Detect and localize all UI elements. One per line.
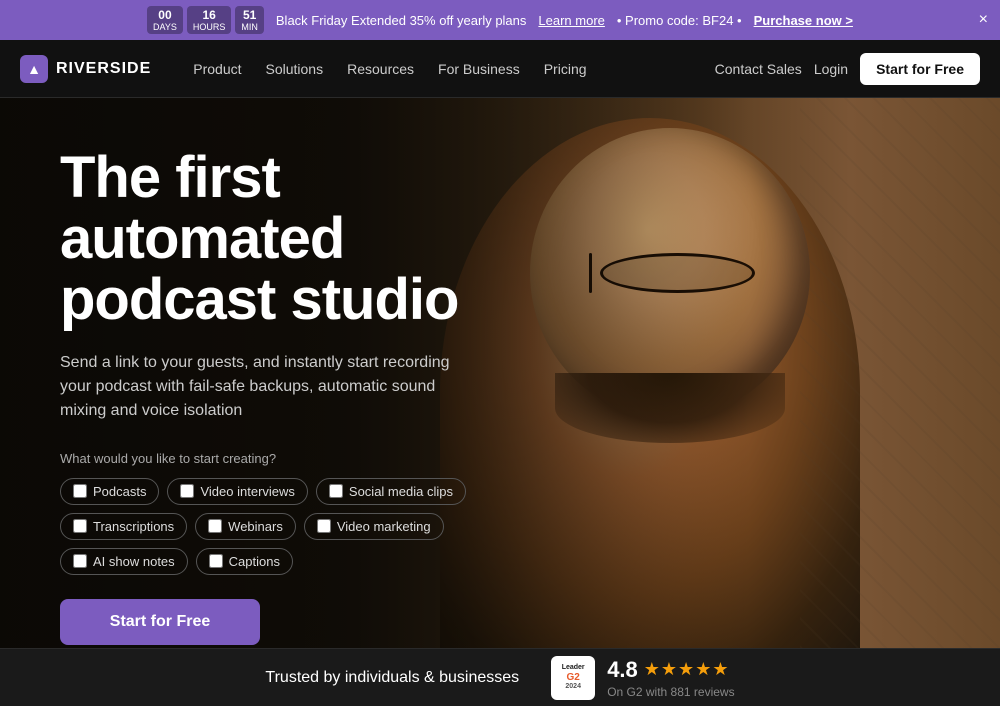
hero-section: The first automated podcast studio Send …	[0, 98, 1000, 648]
checkbox-transcriptions[interactable]: Transcriptions	[60, 513, 187, 540]
rating-reviews: On G2 with 881 reviews	[607, 685, 734, 699]
banner-promo-text: • Promo code: BF24 •	[617, 13, 742, 28]
main-navbar: ▲ RIVERSIDE Product Solutions Resources …	[0, 40, 1000, 98]
g2-logo-badge: Leader G2 2024	[551, 656, 595, 700]
countdown-timer: 00 DAYS 16 HOURS 51 MIN	[147, 6, 264, 34]
checkbox-video-interviews[interactable]: Video interviews	[167, 478, 307, 505]
nav-link-for-business[interactable]: For Business	[428, 55, 530, 83]
rating-stars: ★★★★★	[644, 659, 730, 680]
hero-title: The first automated podcast studio	[60, 148, 500, 331]
start-for-free-button[interactable]: Start for Free	[860, 53, 980, 85]
timer-hours: 16 HOURS	[187, 6, 232, 34]
hero-content: The first automated podcast studio Send …	[0, 98, 560, 648]
timer-days: 00 DAYS	[147, 6, 183, 34]
checkbox-video-marketing[interactable]: Video marketing	[304, 513, 444, 540]
logo[interactable]: ▲ RIVERSIDE	[20, 55, 151, 83]
rating-score: 4.8 ★★★★★	[607, 657, 734, 683]
trust-bar: Trusted by individuals & businesses Lead…	[0, 648, 1000, 706]
feature-checkboxes: Podcasts Video interviews Social media c…	[60, 478, 500, 575]
checkbox-ai-show-notes-input[interactable]	[73, 554, 87, 568]
nav-link-resources[interactable]: Resources	[337, 55, 424, 83]
logo-text: RIVERSIDE	[56, 60, 151, 78]
checkbox-webinars[interactable]: Webinars	[195, 513, 296, 540]
hero-start-free-button[interactable]: Start for Free	[60, 599, 260, 645]
hero-subtitle: Send a link to your guests, and instantl…	[60, 351, 480, 423]
checkbox-transcriptions-input[interactable]	[73, 519, 87, 533]
nav-link-solutions[interactable]: Solutions	[256, 55, 334, 83]
contact-sales-link[interactable]: Contact Sales	[715, 61, 802, 77]
banner-purchase-cta[interactable]: Purchase now >	[754, 13, 853, 28]
banner-learn-more-link[interactable]: Learn more	[538, 13, 604, 28]
logo-icon: ▲	[20, 55, 48, 83]
checkbox-social-media-clips-input[interactable]	[329, 484, 343, 498]
promotional-banner: 00 DAYS 16 HOURS 51 MIN Black Friday Ext…	[0, 0, 1000, 40]
nav-links: Product Solutions Resources For Business…	[183, 55, 714, 83]
g2-badge: Leader G2 2024 4.8 ★★★★★ On G2 with 881 …	[551, 656, 734, 700]
checkbox-video-interviews-input[interactable]	[180, 484, 194, 498]
checkbox-podcasts-input[interactable]	[73, 484, 87, 498]
g2-rating: 4.8 ★★★★★ On G2 with 881 reviews	[607, 657, 734, 699]
nav-right: Contact Sales Login Start for Free	[715, 53, 980, 85]
login-link[interactable]: Login	[814, 61, 848, 77]
trusted-heading: Trusted by individuals & businesses	[265, 669, 519, 687]
timer-minutes: 51 MIN	[235, 6, 264, 34]
banner-close-button[interactable]: ×	[979, 12, 988, 28]
checkbox-video-marketing-input[interactable]	[317, 519, 331, 533]
hero-cta-area: Start for Free * No credit card needed. …	[60, 599, 500, 648]
checkbox-webinars-input[interactable]	[208, 519, 222, 533]
checkbox-ai-show-notes[interactable]: AI show notes	[60, 548, 188, 575]
nav-link-product[interactable]: Product	[183, 55, 251, 83]
checkbox-captions-input[interactable]	[209, 554, 223, 568]
hero-question: What would you like to start creating?	[60, 451, 500, 466]
nav-link-pricing[interactable]: Pricing	[534, 55, 597, 83]
checkbox-social-media-clips[interactable]: Social media clips	[316, 478, 466, 505]
rating-number: 4.8	[607, 657, 638, 683]
checkbox-podcasts[interactable]: Podcasts	[60, 478, 159, 505]
checkbox-captions[interactable]: Captions	[196, 548, 293, 575]
banner-main-text: Black Friday Extended 35% off yearly pla…	[276, 13, 527, 28]
